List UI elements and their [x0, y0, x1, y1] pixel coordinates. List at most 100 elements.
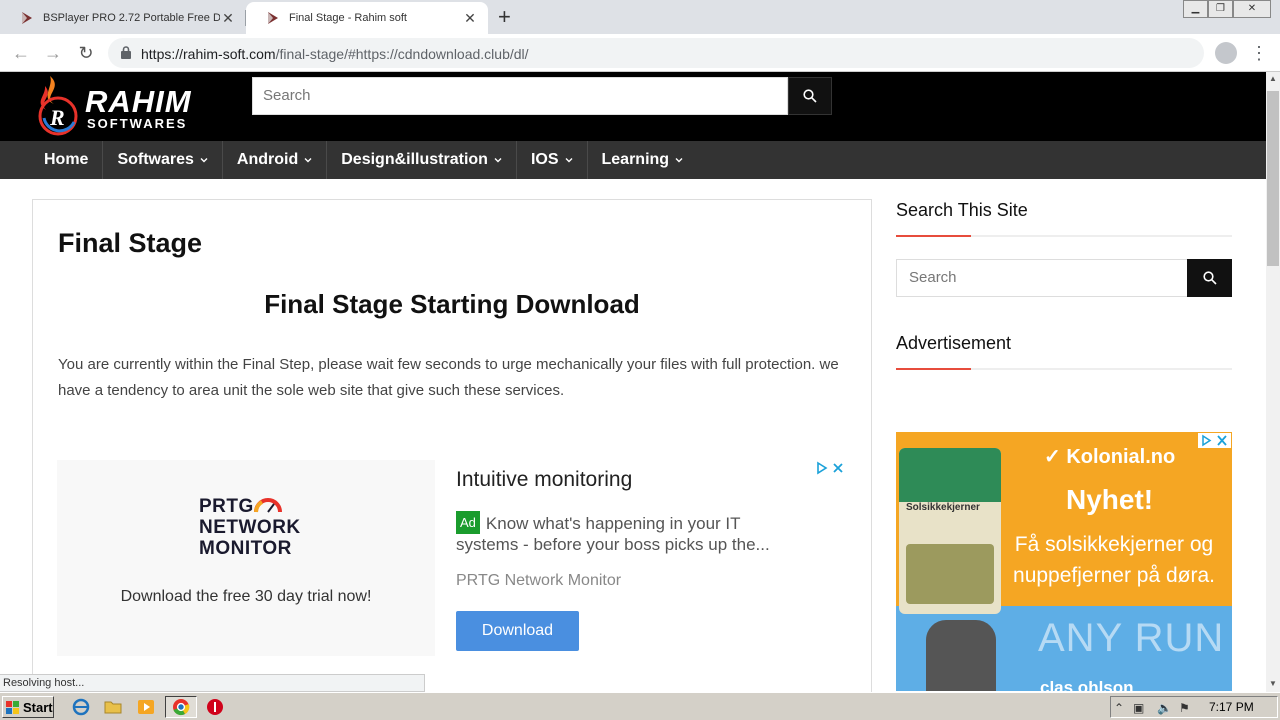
tab-strip: BSPlayer PRO 2.72 Portable Free Do ✕ Fin… [0, 0, 1280, 34]
minimize-button[interactable]: ▁ [1183, 0, 1208, 18]
check-icon: ✓ [1044, 446, 1061, 468]
intro-paragraph: You are currently within the Final Step,… [58, 356, 839, 399]
site-favicon-icon [22, 12, 32, 24]
chevron-down-icon [675, 158, 683, 163]
page-title: Final Stage [58, 228, 203, 258]
chevron-down-icon [494, 158, 502, 163]
browser-toolbar: ← → ↻ https://rahim-soft.com/final-stage… [0, 34, 1280, 72]
scroll-down-icon[interactable]: ▼ [1266, 677, 1280, 691]
lock-icon [121, 46, 131, 59]
nav-label: Home [44, 151, 89, 168]
prtg-logo-line: NETWORK [199, 517, 301, 538]
nav-learning[interactable]: Learning [588, 141, 698, 179]
ad-headline[interactable]: Intuitive monitoring [456, 468, 632, 492]
search-icon [1202, 271, 1217, 285]
divider-accent [896, 368, 971, 370]
windows-taskbar: Start ⌃ ▣ 🔈 ⚑ 7:17 PM [0, 692, 1280, 720]
browser-menu-icon[interactable]: ⋮ [1250, 42, 1268, 64]
stop-sign-icon[interactable] [206, 698, 224, 716]
nav-ios[interactable]: IOS [517, 141, 588, 179]
main-content-card: Final Stage Final Stage Starting Downloa… [32, 199, 872, 709]
nav-label: Softwares [117, 151, 194, 168]
banner-brand-name: Kolonial.no [1066, 446, 1176, 468]
nav-home[interactable]: Home [30, 141, 104, 179]
anyrun-watermark: ANY RUN [1038, 616, 1225, 660]
clock[interactable]: 7:17 PM [1209, 700, 1254, 714]
window-close-button[interactable]: ✕ [1233, 0, 1271, 18]
sidebar-ad-heading: Advertisement [896, 333, 1012, 353]
header-search-input[interactable]: Search [252, 77, 788, 115]
url-text: https://rahim-soft.com/final-stage/#http… [141, 46, 529, 62]
nav-android[interactable]: Android [223, 141, 328, 179]
nav-softwares[interactable]: Softwares [103, 141, 223, 179]
sidebar-banner-ad[interactable]: Solsikkekjerner ✓ Kolonial.no Nyhet! Få … [896, 432, 1232, 691]
network-icon[interactable]: ▣ [1133, 701, 1144, 715]
banner-brand: ✓ Kolonial.no [1044, 444, 1175, 469]
reload-button[interactable]: ↻ [75, 42, 97, 64]
sidebar-search-input[interactable]: Search [896, 259, 1188, 297]
logo-subtitle: SOFTWARES [87, 116, 188, 131]
product-seeds-image [906, 544, 994, 604]
scroll-up-icon[interactable]: ▲ [1266, 72, 1280, 86]
nav-label: Design&illustration [341, 151, 488, 168]
scrollbar-thumb[interactable] [1267, 91, 1279, 266]
status-bubble: Resolving host... [0, 674, 425, 692]
ad-body[interactable]: Ad Know what's happening in your IT syste… [456, 511, 806, 555]
product-bag-top [899, 448, 1001, 502]
adchoices-icon[interactable] [814, 461, 846, 475]
header-search-button[interactable] [788, 77, 832, 115]
inline-ad[interactable]: PRTG NETWORK MONITOR Download the free 3… [57, 460, 847, 656]
volume-icon[interactable]: 🔈 [1157, 701, 1172, 715]
logo-name: RAHIM [85, 84, 192, 119]
banner-headline: Nyhet! [1066, 484, 1154, 515]
profile-avatar[interactable] [1215, 42, 1237, 64]
flag-icon[interactable]: ⚑ [1179, 701, 1190, 715]
nav-label: Android [236, 151, 299, 168]
site-logo[interactable]: R RAHIM SOFTWARES [30, 74, 220, 138]
tab-final-stage[interactable]: Final Stage - Rahim soft ✕ [246, 2, 488, 34]
gauge-icon [254, 498, 282, 513]
ad-download-button[interactable]: Download [456, 611, 579, 651]
product-tool-image [926, 620, 996, 691]
nav-label: Learning [601, 151, 670, 168]
prtg-logo: PRTG NETWORK MONITOR [199, 496, 301, 559]
tray-expand-icon[interactable]: ⌃ [1114, 701, 1124, 715]
sidebar-search-button[interactable] [1187, 259, 1232, 297]
ad-body-text: Know what's happening in your IT systems… [456, 514, 770, 554]
ad-image-panel[interactable]: PRTG NETWORK MONITOR Download the free 3… [57, 460, 435, 656]
product-label: Solsikkekjerner [906, 502, 980, 513]
tab-title: BSPlayer PRO 2.72 Portable Free Do [43, 12, 220, 24]
prtg-logo-line: MONITOR [199, 538, 292, 559]
sidebar-divider [896, 235, 1232, 237]
chrome-icon [173, 699, 190, 716]
url-path: /final-stage/#https://cdndownload.club/d… [275, 46, 529, 62]
main-nav: Home Softwares Android Design&illustrati… [0, 141, 1266, 179]
banner-text: Få solsikkekjerner og nuppefjerner på dø… [1013, 533, 1215, 587]
address-bar[interactable]: https://rahim-soft.com/final-stage/#http… [108, 38, 1204, 68]
nav-label: IOS [530, 151, 559, 168]
forward-button[interactable]: → [42, 42, 64, 64]
internet-explorer-icon[interactable] [72, 698, 90, 716]
svg-text:R: R [49, 105, 65, 130]
back-button[interactable]: ← [10, 42, 32, 64]
restore-button[interactable]: ❐ [1208, 0, 1233, 18]
banner-footer: clas ohlson [1040, 678, 1134, 691]
tab-close-icon[interactable]: ✕ [462, 10, 478, 27]
windows-logo-icon [6, 700, 19, 714]
media-player-icon[interactable] [137, 698, 155, 716]
adchoices-icon[interactable] [1198, 433, 1231, 448]
sidebar-search-heading: Search This Site [896, 200, 1028, 220]
start-button[interactable]: Start [2, 696, 54, 718]
tab-bsplayer[interactable]: BSPlayer PRO 2.72 Portable Free Do ✕ [0, 2, 246, 34]
new-tab-button[interactable]: + [498, 4, 511, 30]
prtg-logo-line: PRTG [199, 496, 254, 517]
ad-badge: Ad [456, 511, 480, 534]
tab-close-icon[interactable]: ✕ [220, 10, 236, 27]
folder-icon[interactable] [104, 698, 122, 716]
nav-design-illustration[interactable]: Design&illustration [327, 141, 517, 179]
ad-trial-text: Download the free 30 day trial now! [120, 588, 372, 605]
download-heading: Final Stage Starting Download [264, 289, 640, 319]
search-icon [803, 89, 817, 103]
chevron-down-icon [565, 158, 572, 163]
url-host: https://rahim-soft.com [141, 46, 276, 62]
